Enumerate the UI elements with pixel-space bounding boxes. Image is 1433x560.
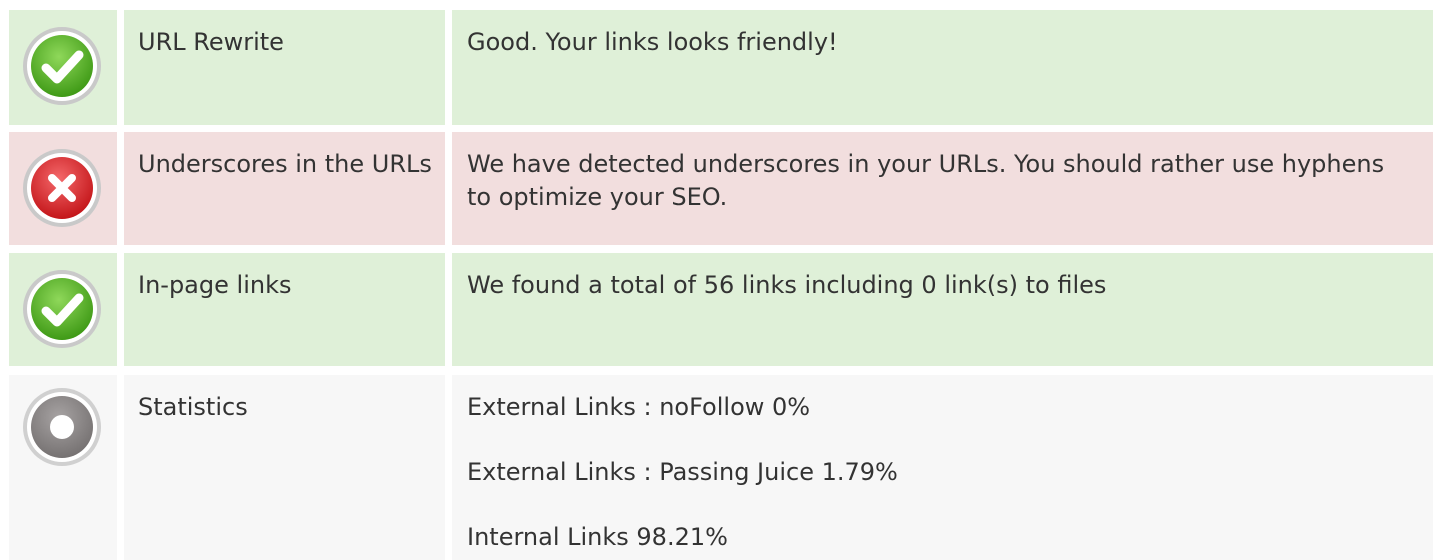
stat-internal-links: Internal Links 98.21% bbox=[467, 523, 728, 551]
result-row-in-page-links: In-page links We found a total of 56 lin… bbox=[0, 253, 1433, 366]
result-label: In-page links bbox=[124, 253, 445, 366]
result-description: Good. Your links looks friendly! bbox=[452, 10, 1433, 125]
seo-results-table: URL Rewrite Good. Your links looks frien… bbox=[0, 0, 1433, 560]
statistics-list: External Links : noFollow 0% External Li… bbox=[452, 375, 1433, 560]
result-row-statistics: Statistics External Links : noFollow 0% … bbox=[0, 375, 1433, 560]
check-circle-icon bbox=[23, 27, 101, 105]
result-label: Statistics bbox=[124, 375, 445, 560]
result-label: Underscores in the URLs bbox=[124, 132, 445, 245]
result-row-underscores: Underscores in the URLs We have detected… bbox=[0, 132, 1433, 245]
result-description: We found a total of 56 links including 0… bbox=[452, 253, 1433, 366]
status-cell bbox=[9, 375, 117, 560]
info-circle-icon bbox=[23, 388, 101, 466]
status-cell bbox=[9, 253, 117, 366]
stat-external-passing-juice: External Links : Passing Juice 1.79% bbox=[467, 458, 898, 486]
result-row-url-rewrite: URL Rewrite Good. Your links looks frien… bbox=[0, 10, 1433, 125]
stat-external-nofollow: External Links : noFollow 0% bbox=[467, 393, 811, 421]
status-cell bbox=[9, 132, 117, 245]
error-x-circle-icon bbox=[23, 149, 101, 227]
check-circle-icon bbox=[23, 270, 101, 348]
result-description: We have detected underscores in your URL… bbox=[452, 132, 1433, 245]
status-cell bbox=[9, 10, 117, 125]
result-label: URL Rewrite bbox=[124, 10, 445, 125]
